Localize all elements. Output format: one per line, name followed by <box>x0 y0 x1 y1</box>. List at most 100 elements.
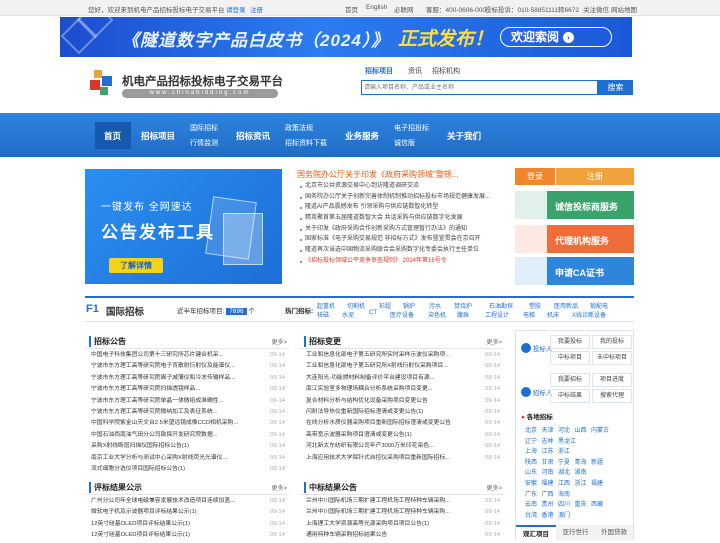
list-item[interactable]: 宁波市东方理工高等研究院扫描透镜样品... 09-14 <box>85 384 289 396</box>
list-item-title[interactable]: 通用特种车辆采购招标结果公告 <box>306 530 466 542</box>
hot-tag[interactable]: 水泥 <box>342 310 354 319</box>
province-link[interactable]: 陕西 <box>525 457 537 466</box>
nav-credit[interactable]: 行情监测 <box>190 138 218 148</box>
list-item-title[interactable]: 上海应用技术大学探针式自控仪采购项目重新国际招标... <box>306 453 466 465</box>
hot-tag[interactable]: 工程设计 <box>485 310 509 319</box>
list-item-title[interactable]: 采购X射线断层扫描仪国际招标公告(1) <box>91 441 251 453</box>
wechat-link[interactable]: 关注微信 <box>583 4 609 14</box>
province-link[interactable]: 辽宁 <box>525 436 537 445</box>
list-item[interactable]: 12英寸硅基OLED项目评标结果公示(1) 09-14 <box>85 519 289 531</box>
list-item-title[interactable]: 南江实验室多物理场耦合分析系统采购项目变更... <box>306 384 466 396</box>
province-link[interactable]: 山西 <box>575 425 587 434</box>
province-link[interactable]: 江西 <box>558 478 570 487</box>
list-item[interactable]: 上海应用技术大学探针式自控仪采购项目重新国际招标... 09-14 <box>300 453 504 465</box>
bidder-link[interactable]: 我要投标 <box>550 335 590 349</box>
news-item[interactable]: 国家标准《电子采购交易规范 非招标方式》发布暨宣贯会在京召开 <box>297 234 505 245</box>
list-item[interactable]: 采购X射线断层扫描仪国际招标公告(1) 09-14 <box>85 441 289 453</box>
province-link[interactable]: 内蒙古 <box>591 425 609 434</box>
list-item-title[interactable]: 中国科学院紫金山天文台2.5米望远镜成像CCD相机采购... <box>91 418 251 430</box>
list-item-title[interactable]: 工业和信息化部电子第五研究所实时采样示波仪采购项... <box>306 350 466 362</box>
hot-tag[interactable]: 锻配电 <box>590 301 608 310</box>
list-item[interactable]: 12英寸硅基OLED项目评标结果公示(1) 09-14 <box>85 530 289 542</box>
tenderer-link[interactable]: 中标结果 <box>550 389 590 403</box>
more-link[interactable]: 更多> <box>486 483 502 492</box>
banner-button[interactable]: 欢迎索阅 › <box>500 27 612 47</box>
more-link[interactable]: 更多> <box>486 337 502 346</box>
login-link[interactable]: 请登录 <box>226 4 246 14</box>
list-item[interactable]: 兰州中川国际机场三期扩建工程机场工程特种车辆采购... 09-14 <box>300 507 504 519</box>
news-headline[interactable]: 国务院办公厅关于印发《政府采购领域"整顿... <box>297 169 505 181</box>
list-item-title[interactable]: 中国电子科技集团公司第十三研究所芯片键合机采... <box>91 350 251 362</box>
honest-bidder-service[interactable]: 诚信投标商服务 <box>515 191 634 219</box>
list-item-title[interactable]: 高带宽示波器采购项目澄清或变更公告(1) <box>306 430 466 442</box>
agency-service[interactable]: 代理机构服务 <box>515 225 634 253</box>
nav-ebid[interactable]: 电子招投标 <box>394 123 429 133</box>
news-item[interactable]: 国务院办公厅关于创新完善体制机制推动招标投标市场规范健康发展... <box>297 192 505 203</box>
province-link[interactable]: 安徽 <box>525 478 537 487</box>
list-item[interactable]: 高带宽示波器采购项目澄清或变更公告(1) 09-14 <box>300 430 504 442</box>
hot-tag[interactable]: X线诊断设备 <box>572 310 606 319</box>
nav-honest[interactable]: 诚信版 <box>394 138 415 148</box>
nav-home[interactable]: 首页 <box>104 130 121 142</box>
province-link[interactable]: 海南 <box>558 489 570 498</box>
province-link[interactable]: 新疆 <box>591 457 603 466</box>
province-link[interactable]: 澳门 <box>558 510 570 519</box>
top-link-home[interactable]: 首页 <box>345 4 358 14</box>
list-item[interactable]: 通用特种车辆采购招标结果公告 09-14 <box>300 530 504 542</box>
ca-certificate-service[interactable]: 申请CA证书 <box>515 257 634 285</box>
list-item[interactable]: 工业和信息化部电子第五研究所实时采样示波仪采购项... 09-14 <box>300 350 504 362</box>
province-link[interactable]: 宁夏 <box>558 457 570 466</box>
list-item-title[interactable]: 宁波市东方理工高等研究院扫描透镜样品... <box>91 384 251 396</box>
search-tab-projects[interactable]: 招标项目 <box>365 66 393 76</box>
nav-service[interactable]: 业务服务 <box>345 130 379 142</box>
province-link[interactable]: 四川 <box>558 499 570 508</box>
province-link[interactable]: 福建 <box>591 478 603 487</box>
news-item[interactable]: 精英聚首第五届隆道数智大会 共话采购与供应链数字化发展 <box>297 213 505 224</box>
province-link[interactable]: 香港 <box>542 510 554 519</box>
hot-tag[interactable]: 锅炉 <box>403 301 415 310</box>
province-link[interactable]: 湖北 <box>558 467 570 476</box>
list-item-title[interactable]: 宁波市东方理工高等研究院电子背散射衍射仪及能谱仪... <box>91 361 251 373</box>
list-item-title[interactable]: 大连阳光-功能燃材料制备评价平台建设项目有源... <box>306 373 466 385</box>
province-link[interactable]: 山东 <box>525 467 537 476</box>
list-item[interactable]: 上海理工大学资源高等光源采购项目项目公告(1) 09-14 <box>300 519 504 531</box>
list-item[interactable]: 闪射法导热仪重新国际招标澄清或变更公告(1) 09-14 <box>300 407 504 419</box>
news-item[interactable]: 关于印发《政府采购合作创新采购方式管理暂行办法》的通知 <box>297 224 505 235</box>
hot-tag[interactable]: 医疗设备 <box>390 310 414 319</box>
province-link[interactable]: 吉林 <box>542 436 554 445</box>
list-item-title[interactable]: 工业和信息化部电子第五研究所X射线衍射仪采购项目... <box>306 361 466 373</box>
nav-about[interactable]: 关于我们 <box>447 130 481 142</box>
tenderer-link[interactable]: 我要招标 <box>550 373 590 387</box>
province-link[interactable]: 贵州 <box>542 499 554 508</box>
hot-tag[interactable]: 电梯 <box>523 310 535 319</box>
list-item-title[interactable]: 兰州中川国际机场三期扩建工程机场工程特种车辆采购... <box>306 496 466 508</box>
bidder-link[interactable]: 中标项目 <box>550 351 590 365</box>
list-item[interactable]: 中国电子科技集团公司第十三研究所芯片键合机采... 09-14 <box>85 350 289 362</box>
list-item-title[interactable]: 广州分公司年全球电磁兼容发展技术改造项目连续加盖... <box>91 496 251 508</box>
nav-docs[interactable]: 招标资料下载 <box>285 138 327 148</box>
list-item[interactable]: 工业和信息化部电子第五研究所X射线衍射仪采购项目... 09-14 <box>300 361 504 373</box>
province-link[interactable]: 云南 <box>525 499 537 508</box>
hot-tag[interactable]: 起重机 <box>317 301 335 310</box>
province-link[interactable]: 台湾 <box>525 510 537 519</box>
province-link[interactable]: 青海 <box>575 457 587 466</box>
list-item-title[interactable]: 河北新太东纺织有限公司年产3000万米印花染色... <box>306 441 466 453</box>
announcement-tool-ad[interactable]: 一键发布 全网速达 公告发布工具 了解详情 <box>85 169 282 284</box>
nav-intl-bid[interactable]: 国际招标 <box>190 123 218 133</box>
more-link[interactable]: 更多> <box>271 483 287 492</box>
list-item-title[interactable]: 中国石油西南油气田分公司勘探开发研究院数据... <box>91 430 251 442</box>
list-item-title[interactable]: 宁波市东方理工高等研究院离子减薄仪和冷冻传输样品... <box>91 373 251 385</box>
hot-tag[interactable]: 染色机 <box>428 310 446 319</box>
list-item[interactable]: 中国科学院紫金山天文台2.5米望远镜成像CCD相机采购... 09-14 <box>85 418 289 430</box>
top-link-english[interactable]: English <box>366 4 387 11</box>
search-tab-news[interactable]: 资讯 <box>408 66 422 76</box>
list-item-title[interactable]: 上海理工大学资源高等光源采购项目项目公告(1) <box>306 519 466 531</box>
more-link[interactable]: 更多> <box>271 337 287 346</box>
site-logo[interactable]: 机电产品招标投标电子交易平台 www.chinabidding.com <box>88 68 288 102</box>
tenderer-link[interactable]: 搜索代理 <box>592 389 632 403</box>
list-item[interactable]: 宁波市东方理工高等研究院离子减薄仪和冷冻传输样品... 09-14 <box>85 373 289 385</box>
hot-tag[interactable]: CT <box>369 310 377 316</box>
province-link[interactable]: 河北 <box>558 425 570 434</box>
news-item[interactable]: 北京市公共资源交易中心到访隆道调研交流 <box>297 181 505 192</box>
province-link[interactable]: 北京 <box>525 425 537 434</box>
